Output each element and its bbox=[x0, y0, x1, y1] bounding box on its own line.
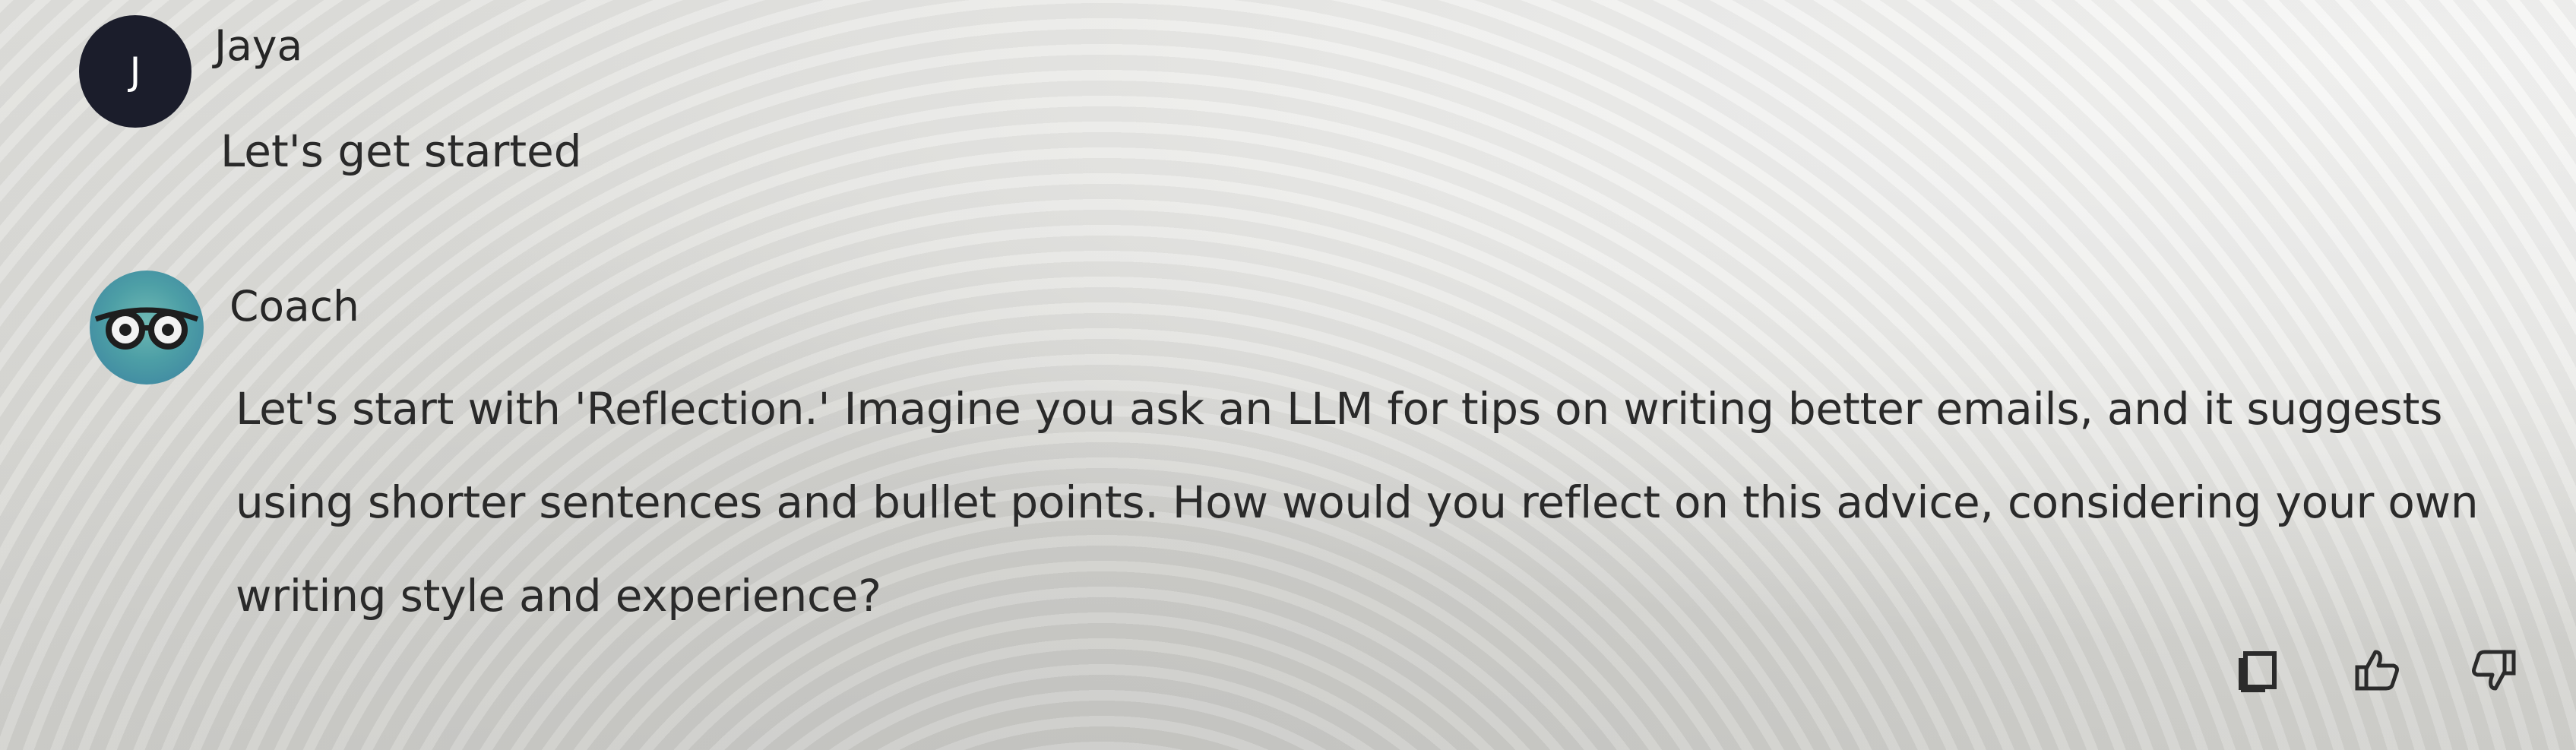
thumbs-up-icon bbox=[2355, 650, 2399, 691]
avatar-initial: J bbox=[129, 49, 141, 93]
coach-avatar bbox=[90, 271, 204, 384]
user-avatar: J bbox=[79, 15, 191, 128]
thumbs-up-button[interactable] bbox=[2350, 643, 2404, 698]
glasses-icon bbox=[94, 307, 199, 350]
message-text: Let's get started bbox=[220, 125, 582, 177]
copy-icon bbox=[2239, 651, 2277, 692]
message-text: Let's start with 'Reflection.' Imagine y… bbox=[236, 362, 2515, 643]
thumbs-down-button[interactable] bbox=[2467, 643, 2521, 698]
message-line: using shorter sentences and bullet point… bbox=[236, 476, 2479, 528]
thumbs-down-icon bbox=[2472, 650, 2516, 691]
copy-button[interactable] bbox=[2233, 643, 2288, 698]
message-line: writing style and experience? bbox=[236, 570, 881, 622]
sender-name: Jaya bbox=[214, 21, 303, 70]
sender-name: Coach bbox=[229, 282, 359, 331]
message-line: Let's start with 'Reflection.' Imagine y… bbox=[236, 383, 2443, 435]
